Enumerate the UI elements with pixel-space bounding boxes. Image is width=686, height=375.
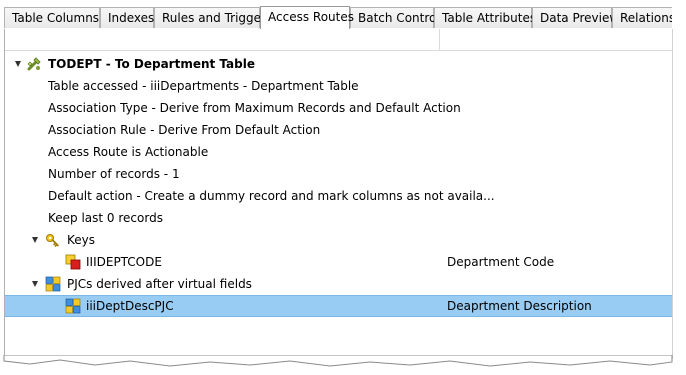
tab-access-routes[interactable]: Access Routes (260, 6, 354, 29)
tab-relationships[interactable]: Relationsh (612, 7, 672, 28)
pjc-name: iiiDeptDescPJC (86, 299, 174, 313)
tab-label: Access Routes (268, 10, 354, 24)
detail-text: Access Route is Actionable (48, 145, 209, 159)
column-header-name[interactable] (5, 29, 440, 50)
detail-text: Association Type - Derive from Maximum R… (48, 101, 461, 115)
tab-label: Indexes (108, 11, 155, 25)
pjcs-label: PJCs derived after virtual fields (67, 277, 252, 291)
tree-row-pjcs[interactable]: PJCs derived after virtual fields (5, 273, 672, 295)
tab-label: Relationsh (620, 11, 672, 25)
tab-bar: Table Columns Indexes Rules and Triggers… (4, 6, 672, 30)
tab-label: Table Attributes (442, 11, 537, 25)
access-route-icon (26, 56, 42, 72)
detail-text: Association Rule - Derive From Default A… (48, 123, 321, 137)
collapse-arrow-icon[interactable] (32, 237, 38, 243)
tab-data-preview[interactable]: Data Preview (532, 7, 619, 28)
access-routes-tree: TODEPT - To Department Table Table acces… (4, 29, 673, 359)
key-description: Department Code (447, 255, 555, 269)
collapse-arrow-icon[interactable] (15, 61, 21, 67)
detail-row[interactable]: Access Route is Actionable (5, 141, 672, 163)
tab-indexes[interactable]: Indexes (100, 7, 154, 28)
tab-label: Table Columns (12, 11, 100, 25)
route-title: TODEPT - To Department Table (48, 57, 255, 71)
tab-table-columns[interactable]: Table Columns (4, 7, 100, 28)
detail-text: Table accessed - iiiDepartments - Depart… (48, 79, 359, 93)
pjc-icon (65, 298, 81, 314)
tab-rules-and-triggers[interactable]: Rules and Triggers (154, 7, 272, 28)
detail-row[interactable]: Number of records - 1 (5, 163, 672, 185)
detail-row[interactable]: Table accessed - iiiDepartments - Depart… (5, 75, 672, 97)
tab-label: Rules and Triggers (162, 11, 273, 25)
detail-row[interactable]: Default action - Create a dummy record a… (5, 185, 672, 207)
keys-label: Keys (67, 233, 96, 247)
key-column-icon (65, 254, 81, 270)
tree-row-keys[interactable]: Keys (5, 229, 672, 251)
pjc-group-icon (45, 276, 61, 292)
detail-text: Default action - Create a dummy record a… (48, 189, 495, 203)
collapse-arrow-icon[interactable] (32, 281, 38, 287)
torn-edge-decoration (3, 355, 673, 367)
pjc-description: Deaprtment Description (447, 299, 592, 313)
tab-label: Batch Control (358, 11, 440, 25)
tree-row-key-item[interactable]: IIIDEPTCODE Department Code (5, 251, 672, 273)
tab-batch-control[interactable]: Batch Control (350, 7, 440, 28)
tree-row-root[interactable]: TODEPT - To Department Table (5, 53, 672, 75)
column-header-description[interactable] (440, 29, 672, 50)
key-name: IIIDEPTCODE (86, 255, 162, 269)
detail-text: Number of records - 1 (48, 167, 180, 181)
tab-label: Data Preview (540, 11, 620, 25)
key-icon (45, 232, 61, 248)
detail-row[interactable]: Association Rule - Derive From Default A… (5, 119, 672, 141)
tree-header (5, 29, 672, 51)
detail-text: Keep last 0 records (48, 211, 163, 225)
tree-row-pjc-item[interactable]: iiiDeptDescPJC Deaprtment Description (5, 295, 672, 317)
tab-table-attributes[interactable]: Table Attributes (434, 7, 536, 28)
detail-row[interactable]: Association Type - Derive from Maximum R… (5, 97, 672, 119)
detail-row[interactable]: Keep last 0 records (5, 207, 672, 229)
